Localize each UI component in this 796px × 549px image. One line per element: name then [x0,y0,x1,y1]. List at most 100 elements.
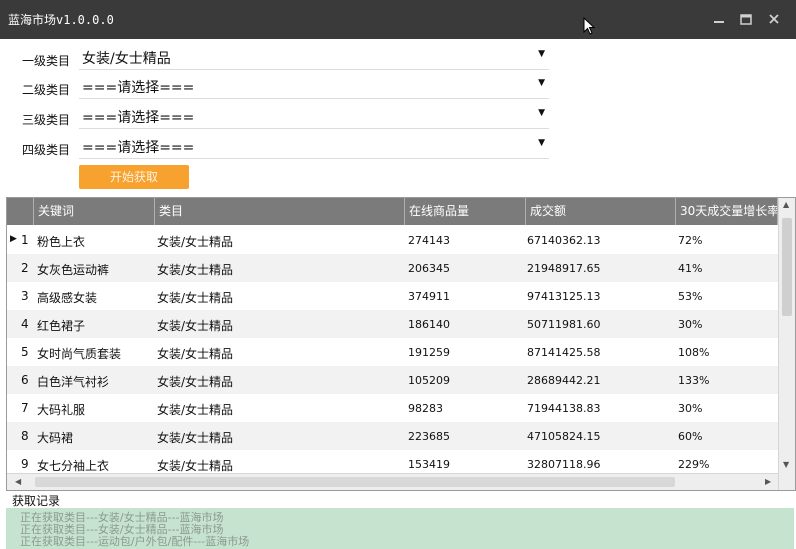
horizontal-scroll-thumb[interactable] [35,477,675,487]
chevron-down-icon: ▼ [538,78,545,88]
row-number: 9 [21,457,29,471]
table-row[interactable]: ▶ 1 粉色上衣 女装/女士精品 274143 67140362.13 72% [7,226,778,254]
cell-growth: 30% [678,402,703,415]
cell-online-count: 98283 [408,402,443,415]
cell-amount: 21948917.65 [527,262,601,275]
cell-amount: 71944138.83 [527,402,601,415]
cell-category: 女装/女士精品 [157,459,234,473]
column-header-category[interactable]: 类目 [155,198,405,225]
cell-category: 女装/女士精品 [157,319,234,333]
chevron-down-icon: ▼ [538,108,545,118]
cell-online-count: 206345 [408,262,450,275]
mouse-cursor-icon [583,17,595,35]
category-level2-label: 二级类目 [22,83,71,97]
column-header-online-count[interactable]: 在线商品量 [405,198,526,225]
category-level1-select[interactable]: 女装/女士精品 ▼ [79,47,549,70]
table-row[interactable]: 2 女灰色运动裤 女装/女士精品 206345 21948917.65 41% [7,254,778,282]
row-number: 8 [21,429,29,443]
cell-amount: 50711981.60 [527,318,601,331]
maximize-icon[interactable] [738,12,754,28]
start-fetch-button[interactable]: 开始获取 [79,165,189,189]
cell-keyword: 大码礼服 [37,403,86,417]
window-title: 蓝海市场v1.0.0.0 [8,13,114,27]
table-row[interactable]: 7 大码礼服 女装/女士精品 98283 71944138.83 30% [7,394,778,422]
cell-growth: 60% [678,430,703,443]
vertical-scrollbar[interactable]: ▲ ▼ [778,198,795,490]
close-icon[interactable] [766,12,782,28]
row-header-corner [7,198,34,225]
table-row[interactable]: 5 女时尚气质套装 女装/女士精品 191259 87141425.58 108… [7,338,778,366]
fetch-log-textarea[interactable]: 正在获取类目---女装/女士精品---蓝海市场 正在获取类目---女装/女士精品… [6,508,794,549]
category-level3-label: 三级类目 [22,113,71,127]
cell-growth: 229% [678,458,710,471]
category-level3-select[interactable]: ===请选择=== ▼ [79,106,549,129]
cell-category: 女装/女士精品 [157,347,234,361]
cell-online-count: 191259 [408,346,450,359]
chevron-down-icon: ▼ [538,49,545,59]
column-header-amount[interactable]: 成交额 [526,198,676,225]
scroll-left-icon[interactable]: ◀ [15,477,21,486]
results-table[interactable]: 关键词 类目 在线商品量 成交额 30天成交量增长率 ▶ 1 粉色上衣 女装/女… [6,197,796,491]
row-number: 4 [21,317,29,331]
table-row[interactable]: 4 红色裙子 女装/女士精品 186140 50711981.60 30% [7,310,778,338]
cell-amount: 32807118.96 [527,458,601,471]
title-bar: 蓝海市场v1.0.0.0 [0,0,796,39]
cell-growth: 72% [678,234,703,247]
cell-category: 女装/女士精品 [157,263,234,277]
cell-amount: 97413125.13 [527,290,601,303]
cell-keyword: 高级感女装 [37,291,98,305]
category-level2-select[interactable]: ===请选择=== ▼ [79,76,549,99]
row-number: 7 [21,401,29,415]
row-number: 6 [21,373,29,387]
cell-category: 女装/女士精品 [157,291,234,305]
table-row[interactable]: 8 大码裙 女装/女士精品 223685 47105824.15 60% [7,422,778,450]
category-level4-select[interactable]: ===请选择=== ▼ [79,136,549,159]
scroll-right-icon[interactable]: ▶ [765,477,771,486]
cell-online-count: 274143 [408,234,450,247]
row-number: 2 [21,261,29,275]
column-header-growth[interactable]: 30天成交量增长率 [676,198,778,225]
cell-growth: 30% [678,318,703,331]
category-level4-value: ===请选择=== [82,140,195,156]
cell-keyword: 女七分袖上衣 [37,459,110,473]
current-row-icon: ▶ [10,234,17,244]
cell-amount: 47105824.15 [527,430,601,443]
scroll-up-icon[interactable]: ▲ [783,200,789,209]
cell-growth: 53% [678,290,703,303]
cell-growth: 41% [678,262,703,275]
cell-category: 女装/女士精品 [157,235,234,249]
table-row[interactable]: 3 高级感女装 女装/女士精品 374911 97413125.13 53% [7,282,778,310]
category-level1-label: 一级类目 [22,54,71,68]
cell-amount: 87141425.58 [527,346,601,359]
row-number: 5 [21,345,29,359]
cell-keyword: 女时尚气质套装 [37,347,122,361]
cell-category: 女装/女士精品 [157,431,234,445]
log-line: 正在获取类目---运动包/户外包/配件---蓝海市场 [20,535,250,548]
cell-online-count: 153419 [408,458,450,471]
cell-category: 女装/女士精品 [157,403,234,417]
fetch-log-label: 获取记录 [12,494,61,508]
category-level4-label: 四级类目 [22,143,71,157]
cell-growth: 133% [678,374,710,387]
cell-category: 女装/女士精品 [157,375,234,389]
chevron-down-icon: ▼ [538,138,545,148]
cell-amount: 28689442.21 [527,374,601,387]
cell-online-count: 105209 [408,374,450,387]
cell-keyword: 女灰色运动裤 [37,263,110,277]
cell-amount: 67140362.13 [527,234,601,247]
cell-keyword: 粉色上衣 [37,235,86,249]
cell-keyword: 红色裙子 [37,319,86,333]
cell-keyword: 大码裙 [37,431,74,445]
scroll-down-icon[interactable]: ▼ [783,460,789,469]
cell-growth: 108% [678,346,710,359]
vertical-scroll-thumb[interactable] [782,218,792,316]
column-header-keyword[interactable]: 关键词 [34,198,155,225]
table-row[interactable]: 6 白色洋气衬衫 女装/女士精品 105209 28689442.21 133% [7,366,778,394]
category-level2-value: ===请选择=== [82,80,195,96]
cell-online-count: 223685 [408,430,450,443]
cell-online-count: 374911 [408,290,450,303]
minimize-icon[interactable] [711,12,727,28]
category-level3-value: ===请选择=== [82,110,195,126]
row-number: 3 [21,289,29,303]
horizontal-scrollbar[interactable]: ◀ ▶ [7,473,778,490]
